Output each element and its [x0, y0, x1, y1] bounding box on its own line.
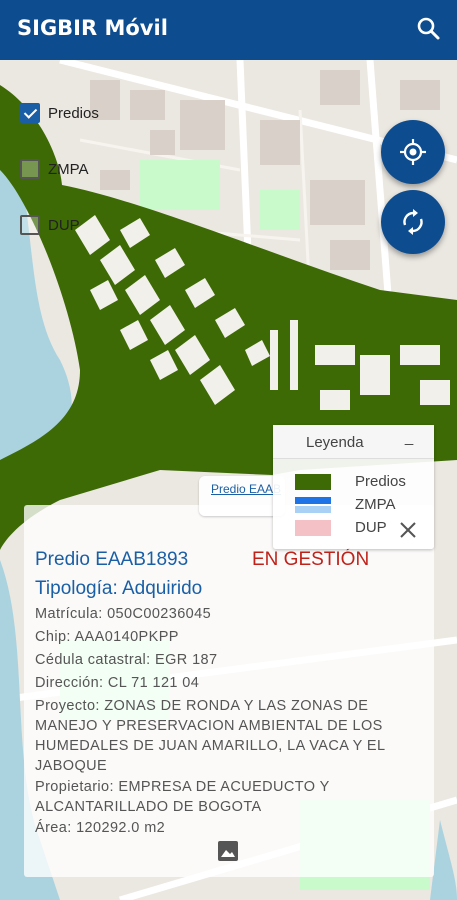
area-field: Área: 120292.0 m2: [35, 820, 166, 836]
search-button[interactable]: [412, 12, 446, 46]
legend-label-dup: DUP: [355, 519, 387, 536]
legend-header[interactable]: Leyenda _: [273, 425, 434, 459]
proyecto-line-3: HUMEDALES DE JUAN AMARILLO, LA VACA Y EL: [35, 738, 386, 754]
layer-label-dup: DUP: [48, 216, 80, 234]
legend-item-predios: Predios: [295, 473, 406, 490]
tipologia-label: Tipología: Adquirido: [35, 578, 203, 599]
my-location-icon: [400, 139, 426, 165]
legend-label-zmpa: ZMPA: [355, 496, 396, 513]
legend-title: Leyenda: [306, 434, 364, 451]
chip-field: Chip: AAA0140PKPP: [35, 629, 179, 645]
app-bar: SIGBIR Móvil: [0, 0, 457, 60]
layer-toggle-dup[interactable]: DUP: [20, 215, 80, 235]
checkbox-predios[interactable]: [20, 103, 40, 123]
legend-swatch-zmpa: [295, 496, 331, 513]
close-icon: [400, 522, 416, 538]
legend-item-dup: DUP: [295, 519, 387, 536]
predio-title: Predio EAAB1893: [35, 549, 189, 570]
legend-swatch-dup: [295, 519, 331, 536]
legend-item-zmpa: ZMPA: [295, 496, 396, 513]
image-icon: [218, 841, 238, 861]
layer-label-predios: Predios: [48, 104, 99, 122]
proyecto-line-2: MANEJO Y PRESERVACION AMBIENTAL DE LOS: [35, 718, 383, 734]
propietario-line-2: ALCANTARILLADO DE BOGOTA: [35, 799, 262, 815]
proyecto-line-4: JABOQUE: [35, 758, 108, 774]
image-button[interactable]: [217, 840, 239, 862]
search-icon: [417, 17, 440, 40]
proyecto-line-1: Proyecto: ZONAS DE RONDA Y LAS ZONAS DE: [35, 698, 369, 714]
status-badge: EN GESTIÓN: [252, 549, 370, 570]
sync-icon: [403, 209, 423, 235]
layer-toggle-predios[interactable]: Predios: [20, 103, 99, 123]
legend-minimize-button[interactable]: _: [401, 429, 417, 446]
layer-label-zmpa: ZMPA: [48, 160, 89, 178]
close-button[interactable]: [397, 519, 419, 548]
legend-swatch-predios: [295, 473, 331, 490]
layer-toggle-zmpa[interactable]: ZMPA: [20, 159, 89, 179]
my-location-button[interactable]: [381, 120, 445, 184]
propietario-line-1: Propietario: EMPRESA DE ACUEDUCTO Y: [35, 779, 330, 795]
predio-chip-label[interactable]: Predio EAAB1893: [211, 482, 281, 496]
app-title: SIGBIR Móvil: [17, 16, 168, 40]
sync-button[interactable]: [381, 190, 445, 254]
predio-info-panel: Predio EAAB1893 EN GESTIÓN Tipología: Ad…: [24, 505, 434, 877]
direccion-field: Dirección: CL 71 121 04: [35, 675, 200, 691]
matricula-field: Matrícula: 050C00236045: [35, 606, 212, 622]
checkbox-dup[interactable]: [20, 215, 40, 235]
legend-label-predios: Predios: [355, 473, 406, 490]
cedula-field: Cédula catastral: EGR 187: [35, 652, 218, 668]
checkbox-zmpa[interactable]: [20, 159, 40, 179]
